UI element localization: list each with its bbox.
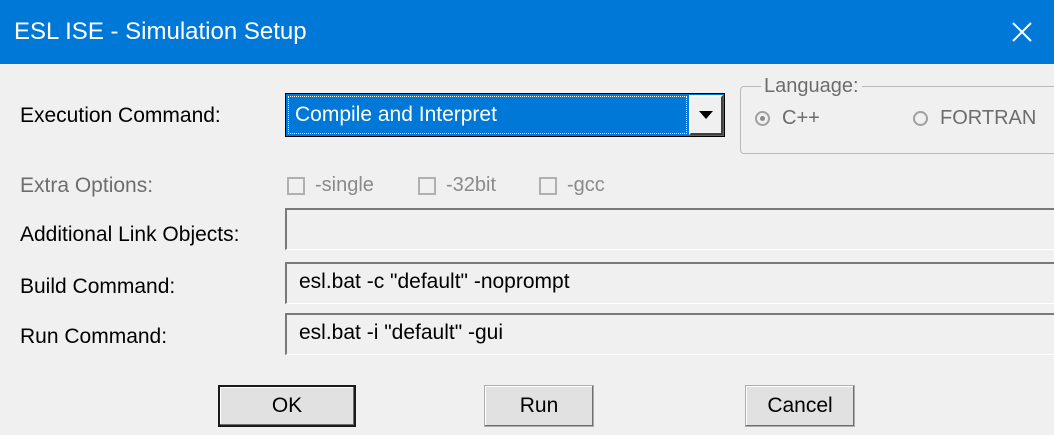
language-legend: Language:: [761, 75, 862, 97]
window-title: ESL ISE - Simulation Setup: [14, 18, 307, 45]
radio-cpp[interactable]: C++: [755, 107, 820, 130]
radio-selected-icon: [755, 111, 770, 126]
run-command-label: Run Command:: [20, 325, 168, 348]
link-objects-label: Additional Link Objects:: [20, 223, 240, 246]
checkbox-single[interactable]: -single: [287, 174, 374, 197]
build-command-label: Build Command:: [20, 275, 176, 298]
chevron-down-icon: [699, 111, 713, 119]
close-icon: [1012, 22, 1032, 42]
checkbox-32bit-label: -32bit: [446, 174, 497, 196]
execution-command-value: Compile and Interpret: [288, 96, 687, 134]
radio-cpp-label: C++: [782, 107, 820, 129]
checkbox-single-label: -single: [315, 174, 374, 196]
radio-unselected-icon: [913, 111, 928, 126]
close-button[interactable]: [990, 0, 1054, 64]
execution-command-label: Execution Command:: [20, 104, 221, 127]
execution-command-dropdown[interactable]: Compile and Interpret: [285, 93, 725, 137]
radio-fortran[interactable]: FORTRAN: [913, 107, 1036, 130]
extra-options-label: Extra Options:: [20, 174, 154, 197]
checkbox-icon: [418, 176, 436, 195]
checkbox-32bit[interactable]: -32bit: [418, 174, 496, 197]
checkbox-icon: [287, 176, 305, 195]
title-bar[interactable]: ESL ISE - Simulation Setup: [0, 0, 1054, 64]
ok-button[interactable]: OK: [218, 385, 356, 427]
checkbox-gcc[interactable]: -gcc: [539, 174, 605, 197]
link-objects-input[interactable]: [285, 208, 1054, 250]
run-command-input[interactable]: esl.bat -i "default" -gui: [285, 313, 1054, 355]
language-group: Language: C++ FORTRAN: [740, 75, 1054, 154]
radio-fortran-label: FORTRAN: [940, 107, 1037, 129]
checkbox-icon: [539, 176, 557, 195]
run-button[interactable]: Run: [484, 385, 594, 427]
dropdown-arrow-button[interactable]: [689, 95, 723, 135]
simulation-setup-dialog: ESL ISE - Simulation Setup Execution Com…: [0, 0, 1054, 435]
checkbox-gcc-label: -gcc: [567, 174, 605, 196]
build-command-input[interactable]: esl.bat -c "default" -noprompt: [285, 262, 1054, 304]
cancel-button[interactable]: Cancel: [745, 385, 855, 427]
